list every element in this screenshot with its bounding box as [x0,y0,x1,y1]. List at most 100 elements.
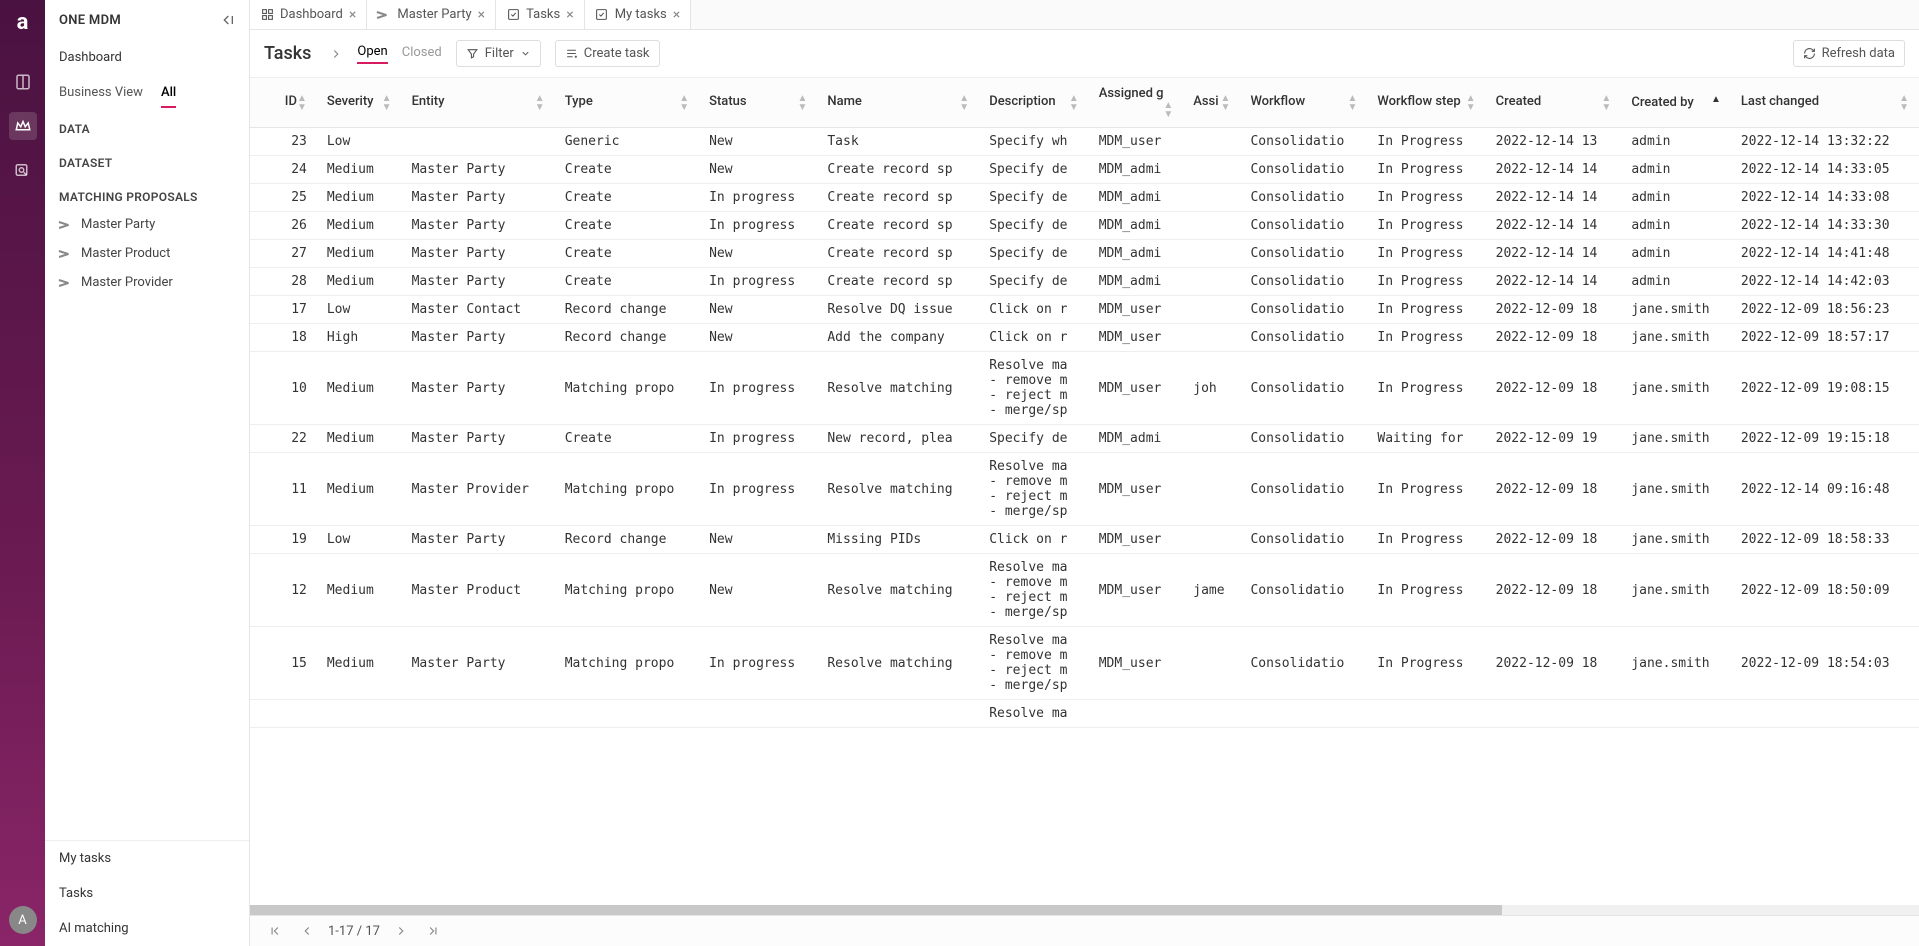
cell-ag: MDM_user [1089,352,1184,425]
merge-icon [59,249,73,259]
filter-closed[interactable]: Closed [402,45,442,63]
chevron-down-icon [520,48,531,59]
avatar[interactable]: A [9,906,37,934]
nav-master-product[interactable]: Master Product [45,239,249,268]
nav-ai-matching[interactable]: AI matching [45,911,249,946]
table-row[interactable]: 15MediumMaster PartyMatching propoIn pro… [250,627,1919,700]
cell-name: Resolve matching [817,352,979,425]
close-icon[interactable]: × [673,7,680,23]
tab-my-tasks[interactable]: My tasks× [585,0,692,29]
close-icon[interactable]: × [349,7,356,23]
nav-master-party[interactable]: Master Party [45,210,249,239]
cell-desc: Click on r [979,526,1089,554]
cell-cr: 2022-12-09 18 [1486,296,1622,324]
table-row[interactable]: 12MediumMaster ProductMatching propoNewR… [250,554,1919,627]
cell-name: New record, plea [817,425,979,453]
cell-type: Create [555,425,699,453]
nav-section-data[interactable]: DATA [45,108,249,142]
table-row[interactable]: 22MediumMaster PartyCreateIn progressNew… [250,425,1919,453]
nav-dashboard[interactable]: Dashboard [45,40,249,75]
col-header-last-changed[interactable]: Last changed▲▼ [1731,78,1919,128]
table-row[interactable]: 26MediumMaster PartyCreateIn progressCre… [250,212,1919,240]
table-row[interactable]: 27MediumMaster PartyCreateNewCreate reco… [250,240,1919,268]
cell-ent: Master Party [402,268,555,296]
cell-ag: MDM_user [1089,627,1184,700]
table-row[interactable]: 11MediumMaster ProviderMatching propoIn … [250,453,1919,526]
rail-crown-icon[interactable] [9,112,37,140]
cell-as [1183,212,1240,240]
cell-desc: Resolve ma - remove m - reject m - merge… [979,627,1089,700]
cell-type [555,700,699,728]
chevron-right-icon[interactable] [329,47,343,61]
filter-open[interactable]: Open [357,44,387,64]
horizontal-scrollbar[interactable] [250,905,1919,915]
col-header-status[interactable]: Status▲▼ [699,78,817,128]
nav-my-tasks[interactable]: My tasks [45,841,249,876]
pager-next-icon[interactable] [390,922,412,940]
cell-stat: New [699,156,817,184]
table-row[interactable]: 28MediumMaster PartyCreateIn progressCre… [250,268,1919,296]
table-row[interactable]: 10MediumMaster PartyMatching propoIn pro… [250,352,1919,425]
nav-tasks[interactable]: Tasks [45,876,249,911]
pager-prev-icon[interactable] [296,922,318,940]
table-row[interactable]: 19LowMaster PartyRecord changeNewMissing… [250,526,1919,554]
close-icon[interactable]: × [478,7,485,23]
pager-first-icon[interactable] [264,922,286,940]
table-row[interactable]: 24MediumMaster PartyCreateNewCreate reco… [250,156,1919,184]
table-scroll[interactable]: ID▲▼Severity▲▼Entity▲▼Type▲▼Status▲▼Name… [250,78,1919,905]
cell-sev: Medium [317,554,402,627]
cell-name: Create record sp [817,212,979,240]
nav-master-provider[interactable]: Master Provider [45,268,249,297]
table-row[interactable]: Resolve ma [250,700,1919,728]
cell-ent: Master Party [402,627,555,700]
col-header-workflow[interactable]: Workflow▲▼ [1240,78,1367,128]
refresh-button[interactable]: Refresh data [1793,40,1905,67]
rail-book-icon[interactable] [9,68,37,96]
col-header-description[interactable]: Description▲▼ [979,78,1089,128]
col-header-created[interactable]: Created▲▼ [1486,78,1622,128]
col-header-workflow-step[interactable]: Workflow step▲▼ [1367,78,1485,128]
col-header-type[interactable]: Type▲▼ [555,78,699,128]
cell-ent: Master Party [402,156,555,184]
cell-lc: 2022-12-09 18:50:09 [1731,554,1919,627]
col-header-assigned-g[interactable]: Assigned g▲▼ [1089,78,1184,128]
rail-search-icon[interactable] [9,156,37,184]
filter-button[interactable]: Filter [456,40,541,67]
cell-ws: In Progress [1367,156,1485,184]
col-header-id[interactable]: ID▲▼ [250,78,317,128]
nav-section-dataset[interactable]: DATASET [45,142,249,176]
tab-dashboard[interactable]: Dashboard× [250,0,367,29]
col-header-assi[interactable]: Assi▲▼ [1183,78,1240,128]
table-row[interactable]: 18HighMaster PartyRecord changeNewAdd th… [250,324,1919,352]
nav-tab-business[interactable]: Business View [59,85,143,108]
close-icon[interactable]: × [566,7,573,23]
col-header-created-by[interactable]: Created by▲ [1621,78,1731,128]
pager-last-icon[interactable] [422,922,444,940]
cell-cb: admin [1621,268,1731,296]
nav-tab-all[interactable]: All [161,85,176,108]
cell-sev: Medium [317,268,402,296]
cell-lc: 2022-12-14 14:33:30 [1731,212,1919,240]
table-row[interactable]: 17LowMaster ContactRecord changeNewResol… [250,296,1919,324]
cell-sev: Medium [317,425,402,453]
create-task-button[interactable]: Create task [555,40,660,67]
tab-tasks[interactable]: Tasks× [496,0,585,29]
cell-cr: 2022-12-14 14 [1486,156,1622,184]
collapse-sidebar-icon[interactable] [219,12,235,28]
pager-range: 1-17 / 17 [328,924,380,939]
col-header-name[interactable]: Name▲▼ [817,78,979,128]
nav-section-matching[interactable]: MATCHING PROPOSALS [45,176,249,210]
cell-ws: In Progress [1367,526,1485,554]
col-header-severity[interactable]: Severity▲▼ [317,78,402,128]
cell-cb: admin [1621,128,1731,156]
check-icon [506,8,520,22]
table-row[interactable]: 23LowGenericNewTaskSpecify whMDM_userCon… [250,128,1919,156]
col-header-entity[interactable]: Entity▲▼ [402,78,555,128]
table-row[interactable]: 25MediumMaster PartyCreateIn progressCre… [250,184,1919,212]
cell-cr [1486,700,1622,728]
cell-wf: Consolidatio [1240,627,1367,700]
cell-cb: jane.smith [1621,352,1731,425]
cell-id: 28 [250,268,317,296]
tab-master-party[interactable]: Master Party× [367,0,496,29]
cell-cb: admin [1621,212,1731,240]
